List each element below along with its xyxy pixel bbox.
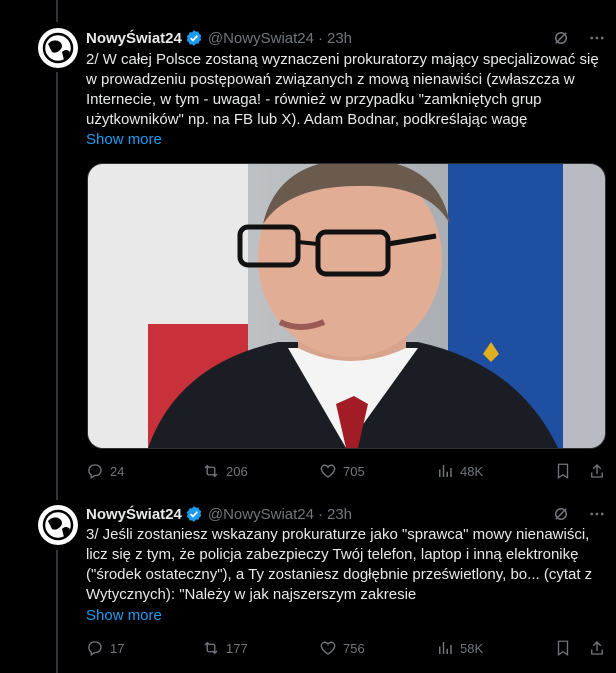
author-handle[interactable]: @NowySwiat24 [208,30,314,47]
tweet-image[interactable] [87,163,606,449]
share-icon [591,641,603,655]
share-icon [591,464,603,478]
tweet-actions: 24 206 705 48K [86,461,606,481]
like-button[interactable]: 756 [319,639,365,657]
portrait-photo [88,164,605,448]
reply-icon [88,641,102,656]
more-options-icon[interactable] [588,505,606,523]
analytics-icon [439,465,452,477]
tweet-header-actions [552,29,606,47]
share-button[interactable] [588,639,606,657]
timestamp[interactable]: 23h [327,506,352,523]
reply-count: 17 [110,640,125,656]
repost-icon [204,464,218,478]
globe-icon [42,509,74,541]
repost-icon [204,641,218,655]
reply-icon [88,464,102,479]
bookmark-icon [557,640,569,657]
repost-count: 177 [226,640,248,656]
bookmark-button[interactable] [554,639,572,657]
author-name[interactable]: NowyŚwiat24 [86,506,182,523]
bookmark-icon [557,463,569,480]
reply-button[interactable]: 24 [86,462,124,480]
avatar[interactable] [38,505,78,545]
tweet-header: NowyŚwiat24 @NowySwiat24 · 23h [86,504,352,524]
tweet-3[interactable]: NowyŚwiat24 @NowySwiat24 · 23h 3/ Jeśli … [0,495,616,673]
tweet-actions: 17 177 756 58K [86,638,606,658]
avatar[interactable] [38,28,78,68]
tweet-header-actions [552,505,606,523]
grok-icon[interactable] [552,505,570,523]
author-name[interactable]: NowyŚwiat24 [86,30,182,47]
view-count: 58K [460,640,484,656]
analytics-icon [439,642,452,654]
tweet-text: 3/ Jeśli zostaniesz wskazany prokuraturz… [86,526,597,603]
view-count: 48K [460,463,484,479]
verified-badge-icon[interactable] [185,29,203,47]
tweet-text: 2/ W całej Polsce zostaną wyznaczeni pro… [86,51,603,128]
tweet-2[interactable]: NowyŚwiat24 @NowySwiat24 · 23h 2/ W całe… [0,0,616,495]
bookmark-button[interactable] [554,462,572,480]
like-button[interactable]: 705 [319,462,365,480]
heart-icon [320,464,336,478]
timestamp[interactable]: 23h [327,30,352,47]
separator-dot: · [317,505,323,523]
more-options-icon[interactable] [588,29,606,47]
repost-button[interactable]: 177 [202,639,248,657]
repost-button[interactable]: 206 [202,462,248,480]
show-more-link[interactable]: Show more [86,607,162,624]
separator-dot: · [317,29,323,47]
repost-count: 206 [226,463,248,479]
grok-icon[interactable] [552,29,570,47]
heart-icon [320,641,336,655]
like-count: 705 [343,463,365,479]
show-more-link[interactable]: Show more [86,131,162,148]
views-button[interactable]: 48K [436,462,483,480]
tweet-header: NowyŚwiat24 @NowySwiat24 · 23h [86,28,352,48]
share-button[interactable] [588,462,606,480]
like-count: 756 [343,640,365,656]
reply-count: 24 [110,463,125,479]
globe-icon [42,32,74,64]
views-button[interactable]: 58K [436,639,483,657]
verified-badge-icon[interactable] [185,505,203,523]
author-handle[interactable]: @NowySwiat24 [208,506,314,523]
reply-button[interactable]: 17 [86,639,124,657]
